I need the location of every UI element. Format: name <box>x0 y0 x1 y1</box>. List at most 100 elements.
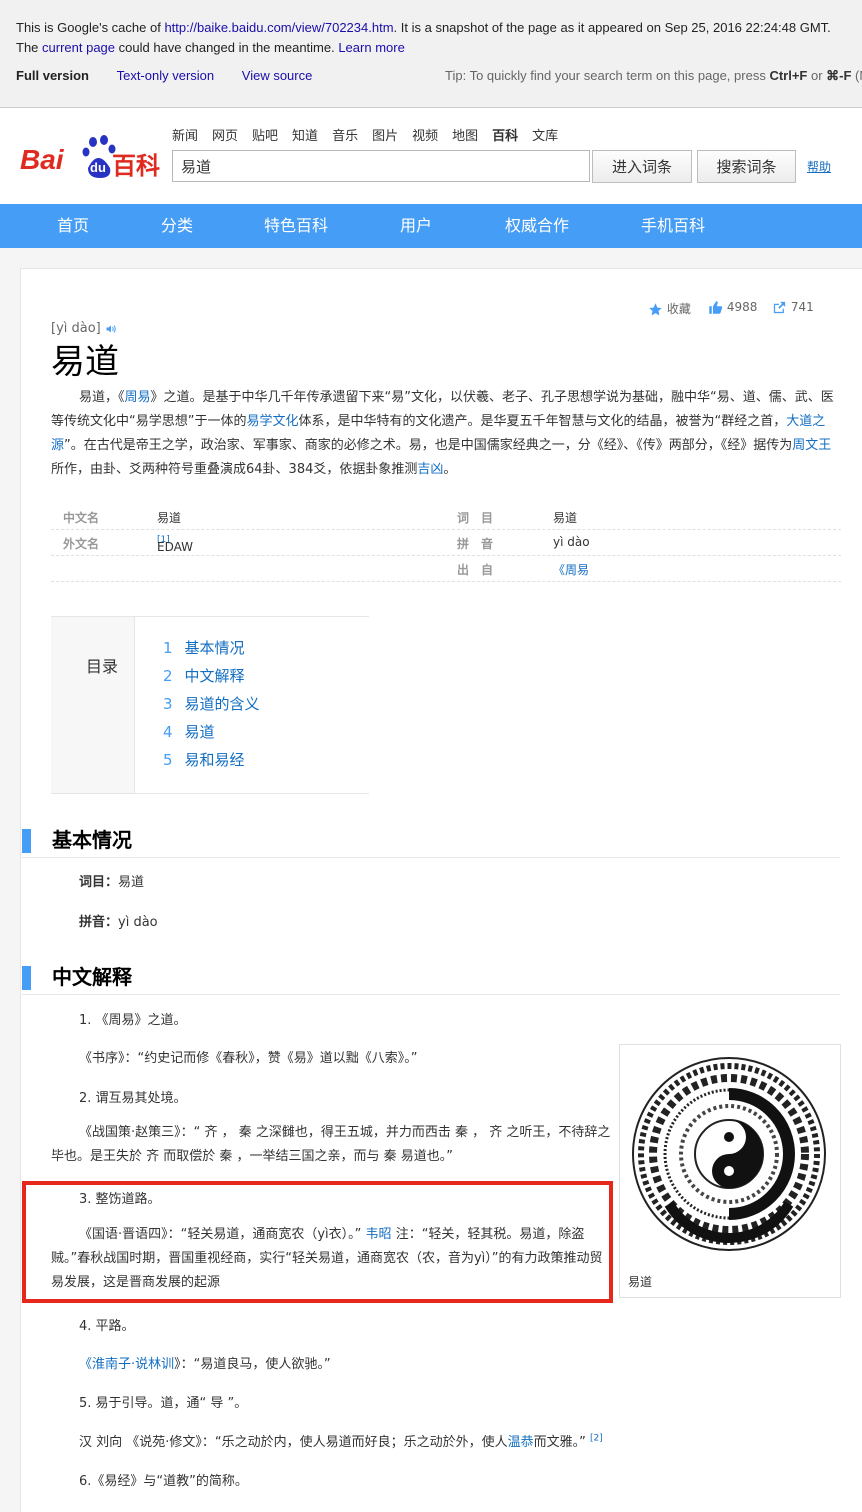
cache-suffix: . It is a snapshot of the page as it app… <box>393 20 831 35</box>
nav-baike[interactable]: 百科 <box>492 129 518 144</box>
search-entry-button[interactable]: 搜索词条 <box>697 150 796 183</box>
help-link[interactable]: 帮助 <box>807 158 831 175</box>
info-key: 外文名 <box>63 537 100 551</box>
table-of-contents: 目录 1 基本情况 2 中文解释 3 易道的含义 4 易道 5 易和易经 <box>51 616 369 794</box>
cache-banner: This is Google's cache of http://baike.b… <box>0 0 862 108</box>
paragraph: 《书序》：“约史记而修《春秋》，赞《易》道以黜《八索》。” <box>79 1051 418 1066</box>
nav-web[interactable]: 网页 <box>212 129 238 144</box>
bagua-diagram-image <box>632 1057 826 1251</box>
paragraph: 汉 刘向 《说苑·修文》：“乐之动於内，使人易道而好良；乐之动於外，使人温恭而文… <box>79 1431 603 1450</box>
article-image-box[interactable]: 易道 <box>619 1044 841 1298</box>
nav-music[interactable]: 音乐 <box>332 129 358 144</box>
basic-info-row: 中文名 易道 词 目 易道 <box>51 504 841 530</box>
current-page-link[interactable]: current page <box>42 40 115 55</box>
main-nav-category[interactable]: 分类 <box>161 204 193 248</box>
nav-tieba[interactable]: 贴吧 <box>252 129 278 144</box>
toc-label: 目录 <box>86 657 119 676</box>
toc-item[interactable]: 4 易道 <box>163 721 215 742</box>
toc-item-text: 易道的含义 <box>184 695 260 713</box>
toc-item-number: 2 <box>163 667 173 685</box>
paragraph: 《淮南子·说林训》：“易道良马，使人欲驰。” <box>79 1353 331 1372</box>
ci-value: 易道 <box>118 875 145 890</box>
basic-pinyin-line: 拼音：yì dào <box>79 911 158 930</box>
main-nav-featured[interactable]: 特色百科 <box>264 204 328 248</box>
main-nav-users[interactable]: 用户 <box>400 204 432 248</box>
paragraph: 2. 谓互易其处境。 <box>79 1091 187 1106</box>
thumbs-up-icon <box>709 301 723 314</box>
nav-news[interactable]: 新闻 <box>172 129 198 144</box>
tip-key-cmd-f: ⌘-F <box>826 68 852 83</box>
main-nav-mobile[interactable]: 手机百科 <box>641 204 705 248</box>
image-caption: 易道 <box>628 1275 653 1289</box>
baidu-baike-logo[interactable]: Bai du 百科 <box>20 134 160 184</box>
link-huainanzi[interactable]: 《淮南子·说林训 <box>79 1357 174 1372</box>
tip-or: or <box>807 68 827 83</box>
logo-text-baike: 百科 <box>112 152 160 180</box>
section-marker <box>22 829 31 853</box>
toc-item-text: 基本情况 <box>184 639 245 657</box>
summary-text-5: 所作，由卦、爻两种符号重叠演成64卦、384爻，依据卦象推测 <box>51 462 418 477</box>
info-key: 中文名 <box>63 511 100 525</box>
toc-item-text: 易道 <box>184 723 215 741</box>
nav-video[interactable]: 视频 <box>412 129 438 144</box>
toc-item-number: 3 <box>163 695 173 713</box>
main-nav-partners[interactable]: 权威合作 <box>505 204 569 248</box>
paragraph-text: 汉 刘向 《说苑·修文》：“乐之动於内，使人易道而好良；乐之动於外，使人 <box>79 1435 508 1450</box>
paragraph: 6.《易经》与“道教”的简称。 <box>79 1474 248 1489</box>
paragraph-text: 而文雅。” <box>533 1435 586 1450</box>
learn-more-link[interactable]: Learn more <box>338 40 404 55</box>
logo-text-du: du <box>90 160 106 175</box>
speaker-icon[interactable] <box>105 323 117 335</box>
pinyin-label: 拼音： <box>79 915 119 930</box>
link-source-zhouyi[interactable]: 《周易 <box>553 561 589 578</box>
cache-line2-middle: could have changed in the meantime. <box>115 40 339 55</box>
nav-wenku[interactable]: 文库 <box>532 129 558 144</box>
share-icon <box>773 301 786 314</box>
cache-prefix: This is Google's cache of <box>16 20 165 35</box>
section-title: 中文解释 <box>52 965 132 989</box>
toc-item[interactable]: 3 易道的含义 <box>163 693 260 714</box>
share-count: 741 <box>790 300 814 314</box>
enter-entry-button[interactable]: 进入词条 <box>592 150 692 183</box>
paragraph: 4. 平路。 <box>79 1319 135 1334</box>
basic-info-row: 出 自 《周易 <box>51 556 841 582</box>
paragraph: 5. 易于引导。道，通“ 导 ”。 <box>79 1396 248 1411</box>
toc-item[interactable]: 1 基本情况 <box>163 637 245 658</box>
link-wengong[interactable]: 温恭 <box>508 1435 534 1450</box>
basic-info-row: 外文名 EDAW [1] 拼 音 yì dào <box>51 530 841 556</box>
collect-button[interactable]: 收藏 <box>648 300 691 317</box>
link-zhouyi[interactable]: 周易 <box>125 390 151 405</box>
summary-text-4: ”。在古代是帝王之学，政治家、军事家、商家的必修之术。易，也是中国儒家经典之一，… <box>64 438 793 453</box>
toc-item[interactable]: 5 易和易经 <box>163 749 245 770</box>
summary-text-1: 易道，《 <box>79 390 125 405</box>
search-input[interactable]: 易道 <box>172 150 590 182</box>
section-title: 基本情况 <box>52 828 132 852</box>
info-key: 出 自 <box>457 563 494 577</box>
nav-images[interactable]: 图片 <box>372 129 398 144</box>
main-nav-home[interactable]: 首页 <box>57 204 89 248</box>
toc-label-box: 目录 <box>51 617 135 793</box>
section-heading-chinese: 中文解释 <box>22 964 840 995</box>
share-button[interactable]: 741 <box>772 300 814 315</box>
reference-2[interactable]: [2] <box>590 1434 603 1444</box>
summary-text-6: 。 <box>443 462 457 477</box>
basic-ci-line: 词目：易道 <box>79 871 144 890</box>
tip-key-ctrl-f: Ctrl+F <box>769 68 808 83</box>
paragraph-text: 》：“易道良马，使人欲驰。” <box>174 1357 331 1372</box>
like-button[interactable]: 4988 <box>708 300 757 315</box>
link-zhouwenwang[interactable]: 周文王 <box>792 438 831 453</box>
toc-item[interactable]: 2 中文解释 <box>163 665 245 686</box>
text-only-link[interactable]: Text-only version <box>117 68 215 83</box>
link-jixiong[interactable]: 吉凶 <box>417 462 443 477</box>
nav-zhidao[interactable]: 知道 <box>292 129 318 144</box>
star-icon <box>649 303 662 316</box>
nav-map[interactable]: 地图 <box>452 129 478 144</box>
link-yixue-culture[interactable]: 易学文化 <box>246 414 298 429</box>
cached-url-link[interactable]: http://baike.baidu.com/view/702234.htm <box>164 20 393 35</box>
cache-line-2: The current page could have changed in t… <box>16 40 405 55</box>
collect-label: 收藏 <box>666 302 691 316</box>
main-nav: 首页 分类 特色百科 用户 权威合作 手机百科 <box>0 204 862 248</box>
view-source-link[interactable]: View source <box>242 68 313 83</box>
logo-text-bai: Bai <box>20 144 64 175</box>
paragraph: 《战国策·赵策三》：“ 齐 ， 秦 之深雠也，得王五城，并力而西击 秦 ， 齐 … <box>51 1125 611 1164</box>
